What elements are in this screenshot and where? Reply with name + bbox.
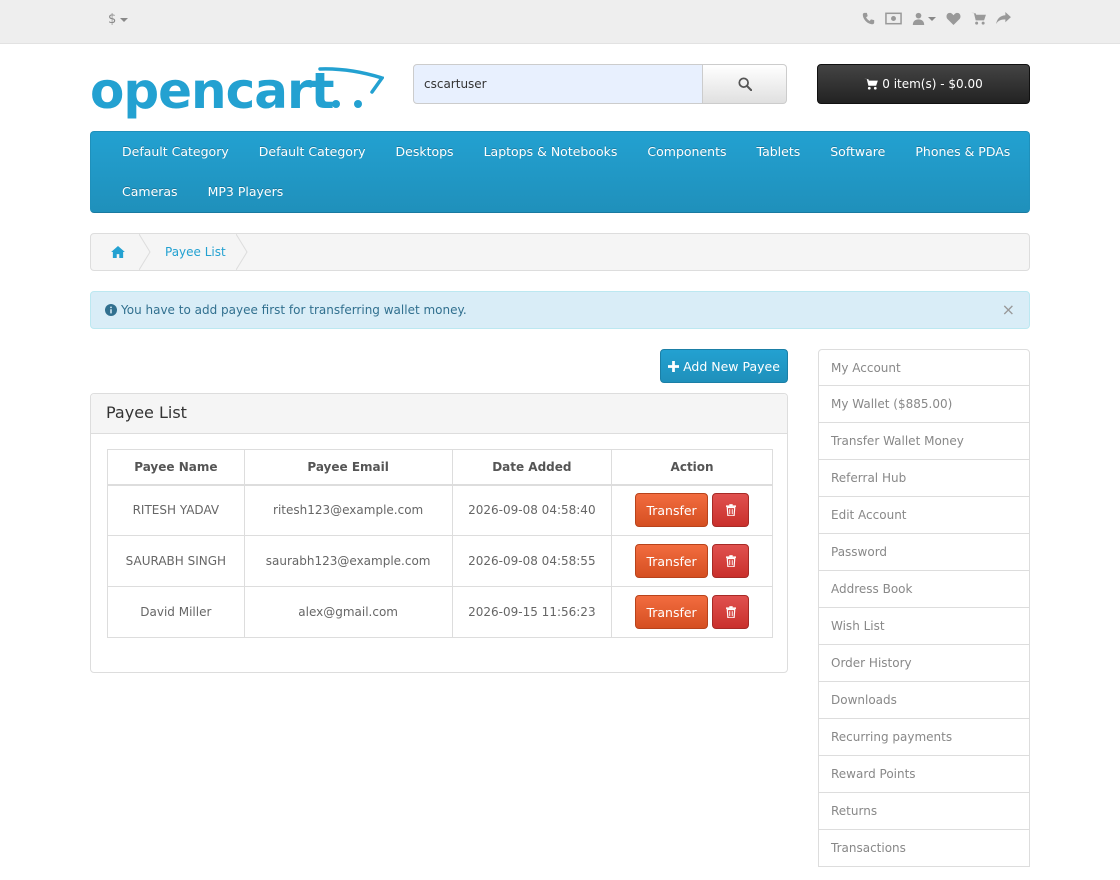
transfer-button[interactable]: Transfer: [635, 493, 709, 528]
panel-title: Payee List: [91, 394, 787, 434]
payee-name: David Miller: [107, 586, 245, 638]
sidebar-item-reward-points[interactable]: Reward Points: [818, 756, 1030, 793]
sidebar-item-recurring-payments[interactable]: Recurring payments: [818, 719, 1030, 756]
menu-item[interactable]: Tablets: [742, 132, 816, 172]
transfer-button[interactable]: Transfer: [635, 595, 709, 629]
close-icon[interactable]: ×: [1002, 301, 1015, 319]
column-header: Date Added: [451, 449, 613, 486]
logo-text: opencart: [90, 62, 334, 120]
payee-table: Payee Name Payee Email Date Added Action…: [107, 449, 773, 638]
payee-email: saurabh123@example.com: [243, 535, 453, 587]
sidebar-item-downloads[interactable]: Downloads: [818, 682, 1030, 719]
alert-message: You have to add payee first for transfer…: [121, 303, 467, 317]
money-icon[interactable]: [885, 12, 902, 25]
sidebar-item-password[interactable]: Password: [818, 534, 1030, 571]
currency-dropdown[interactable]: $: [108, 12, 129, 27]
menu-item[interactable]: Laptops & Notebooks: [469, 132, 633, 172]
category-menu: Default Category Default Category Deskto…: [90, 131, 1030, 213]
heart-icon[interactable]: [946, 12, 961, 25]
search-button[interactable]: [703, 64, 787, 104]
menu-item[interactable]: MP3 Players: [193, 172, 299, 212]
cart-button[interactable]: 0 item(s) - $0.00: [817, 64, 1030, 104]
menu-item[interactable]: Components: [632, 132, 741, 172]
store-logo[interactable]: opencart: [90, 62, 385, 125]
payee-email: alex@gmail.com: [243, 586, 453, 638]
home-icon: [111, 246, 125, 258]
share-icon[interactable]: [996, 12, 1011, 25]
add-payee-label: Add New Payee: [683, 358, 780, 374]
menu-item[interactable]: Cameras: [107, 172, 193, 212]
chevron-down-icon: [120, 17, 129, 22]
breadcrumb-separator: [235, 234, 248, 270]
menu-item[interactable]: Desktops: [381, 132, 469, 172]
user-icon: [912, 12, 925, 25]
breadcrumb-separator: [139, 234, 151, 270]
delete-button[interactable]: [712, 493, 750, 528]
phone-icon[interactable]: [862, 12, 875, 25]
plus-icon: [668, 360, 680, 372]
trash-icon: [725, 504, 736, 517]
opencart-logo: opencart: [90, 62, 385, 120]
chevron-down-icon: [928, 16, 936, 21]
currency-symbol: $: [108, 12, 117, 27]
payee-name: SAURABH SINGH: [107, 535, 245, 587]
sidebar-item-wish-list[interactable]: Wish List: [818, 608, 1030, 645]
sidebar-item-my-wallet[interactable]: My Wallet ($885.00): [818, 386, 1030, 423]
search-icon: [737, 77, 752, 91]
payee-name: RITESH YADAV: [107, 484, 245, 536]
sidebar-item-edit-account[interactable]: Edit Account: [818, 497, 1030, 534]
cart-total: 0 item(s) - $0.00: [882, 77, 983, 91]
table-row: SAURABH SINGH saurabh123@example.com 202…: [107, 535, 773, 587]
sidebar-item-referral-hub[interactable]: Referral Hub: [818, 460, 1030, 497]
column-header: Payee Email: [243, 449, 453, 486]
payee-actions: Transfer: [611, 586, 773, 638]
info-alert: You have to add payee first for transfer…: [90, 291, 1030, 329]
menu-item[interactable]: Software: [815, 132, 900, 172]
sidebar-item-transactions[interactable]: Transactions: [818, 830, 1030, 867]
payee-date: 2026-09-08 04:58:40: [451, 484, 613, 536]
delete-button[interactable]: [712, 544, 750, 578]
top-links: [862, 12, 1011, 25]
payee-date: 2026-09-15 11:56:23: [451, 586, 613, 638]
sidebar-item-order-history[interactable]: Order History: [818, 645, 1030, 682]
breadcrumb-item[interactable]: Payee List: [151, 234, 248, 270]
search-group: [413, 64, 787, 104]
column-header: Action: [611, 449, 773, 486]
add-payee-button[interactable]: Add New Payee: [660, 349, 788, 383]
table-row: RITESH YADAV ritesh123@example.com 2026-…: [107, 484, 773, 536]
payee-actions: Transfer: [611, 484, 773, 536]
payee-email: ritesh123@example.com: [243, 484, 453, 536]
trash-icon: [725, 606, 736, 618]
account-sidebar: My Account My Wallet ($885.00) Transfer …: [818, 349, 1030, 867]
menu-item[interactable]: Default Category: [244, 132, 381, 172]
payee-date: 2026-09-08 04:58:55: [451, 535, 613, 587]
column-header: Payee Name: [107, 449, 245, 486]
cart-icon: [864, 78, 879, 90]
sidebar-item-returns[interactable]: Returns: [818, 793, 1030, 830]
cart-icon[interactable]: [971, 12, 986, 25]
sidebar-item-my-account[interactable]: My Account: [818, 349, 1030, 386]
breadcrumb-label: Payee List: [165, 245, 226, 259]
menu-item[interactable]: Default Category: [107, 132, 244, 172]
breadcrumb: Payee List: [90, 233, 1030, 271]
sidebar-item-address-book[interactable]: Address Book: [818, 571, 1030, 608]
search-input[interactable]: [413, 64, 703, 104]
table-row: David Miller alex@gmail.com 2026-09-15 1…: [107, 586, 773, 638]
trash-icon: [725, 555, 736, 567]
table-header-row: Payee Name Payee Email Date Added Action: [107, 449, 773, 486]
menu-item[interactable]: Phones & PDAs: [900, 132, 1025, 172]
account-dropdown[interactable]: [912, 12, 936, 25]
breadcrumb-home[interactable]: [91, 234, 151, 270]
top-bar: $: [0, 0, 1120, 44]
delete-button[interactable]: [712, 595, 750, 629]
payee-actions: Transfer: [611, 535, 773, 587]
transfer-button[interactable]: Transfer: [635, 544, 709, 578]
info-circle-icon: [105, 304, 117, 316]
payee-panel: Payee List Payee Name Payee Email Date A…: [90, 393, 788, 673]
sidebar-item-transfer-wallet-money[interactable]: Transfer Wallet Money: [818, 423, 1030, 460]
